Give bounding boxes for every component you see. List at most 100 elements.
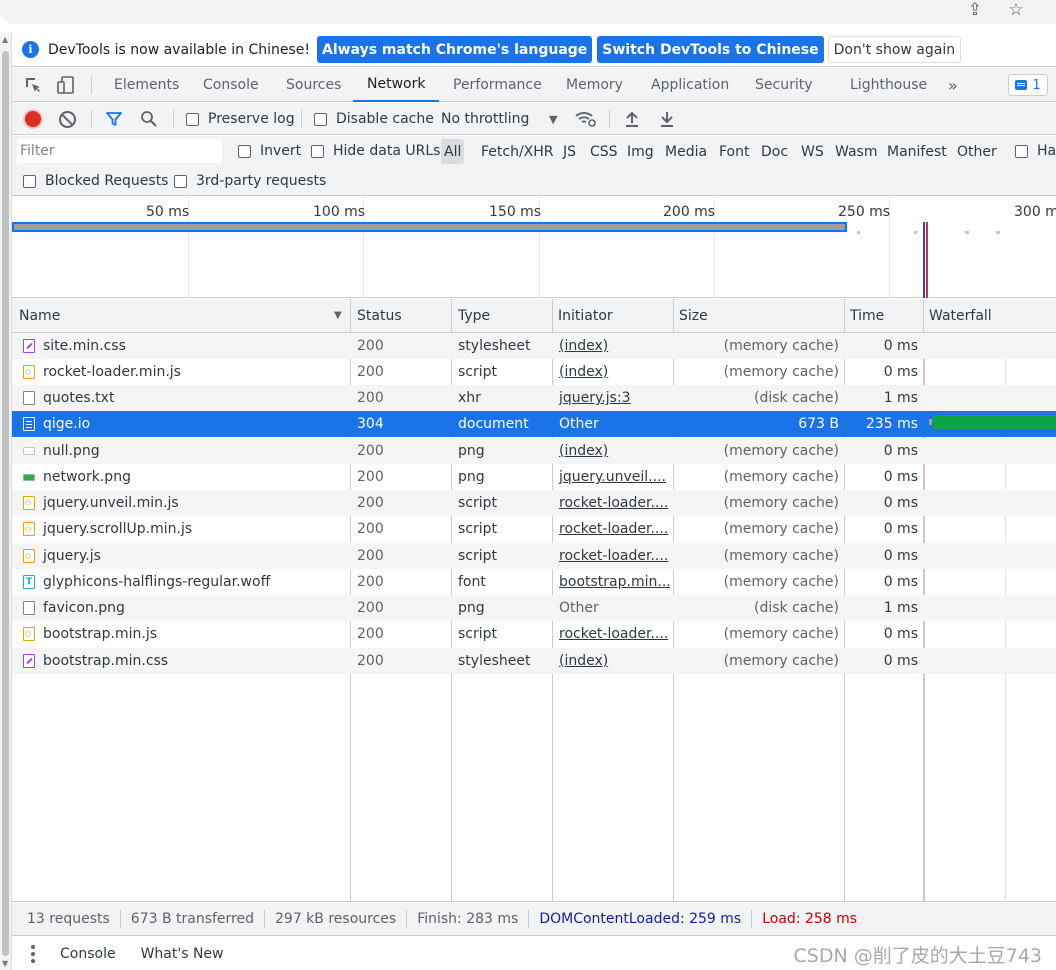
switch-to-chinese-button[interactable]: Switch DevTools to Chinese: [597, 36, 824, 63]
filter-type-js[interactable]: JS: [561, 139, 578, 164]
filter-type-doc[interactable]: Doc: [759, 139, 790, 164]
table-row[interactable]: qige.io 304 document Other 673 B 235 ms: [12, 411, 1056, 437]
request-name-cell[interactable]: bootstrap.min.js: [23, 621, 353, 647]
column-header-size[interactable]: Size: [673, 299, 708, 333]
filter-type-other[interactable]: Other: [955, 139, 999, 164]
table-row[interactable]: site.min.css 200 stylesheet (index) (memory …: [12, 333, 1056, 359]
request-name-cell[interactable]: network.png: [23, 464, 353, 490]
column-header-waterfall[interactable]: Waterfall: [923, 299, 992, 333]
filter-type-manifest[interactable]: Manifest: [885, 139, 949, 164]
tab-elements[interactable]: Elements: [114, 68, 179, 102]
request-name-cell[interactable]: jquery.scrollUp.min.js: [23, 516, 353, 542]
request-initiator-link[interactable]: rocket-loader....: [558, 621, 670, 647]
column-header-time[interactable]: Time: [844, 299, 884, 333]
request-name-cell[interactable]: glyphicons-halflings-regular.woff: [23, 569, 353, 595]
hide-data-urls-checkbox[interactable]: Hide data URLs: [311, 136, 440, 166]
filter-type-all[interactable]: All: [441, 139, 465, 164]
table-row[interactable]: jquery.js 200 script rocket-loader.... (memo…: [12, 543, 1056, 569]
request-initiator-link[interactable]: (index): [558, 359, 670, 385]
tab-network[interactable]: Network: [353, 68, 440, 102]
request-name-cell[interactable]: null.png: [23, 438, 353, 464]
waterfall-timing-bar[interactable]: [933, 415, 1056, 429]
request-initiator-link[interactable]: jquery.unveil....: [558, 464, 670, 490]
tab-memory[interactable]: Memory: [566, 68, 623, 102]
checkbox-box[interactable]: [314, 112, 327, 126]
request-name-cell[interactable]: rocket-loader.min.js: [23, 359, 353, 385]
scroll-down-icon[interactable]: ▼: [2, 959, 8, 968]
checkbox-box[interactable]: [1015, 144, 1028, 158]
request-name-cell[interactable]: bootstrap.min.css: [23, 648, 353, 674]
request-initiator-link[interactable]: (index): [558, 648, 670, 674]
blocked-requests-checkbox[interactable]: Blocked Requests: [23, 166, 168, 196]
filter-type-wasm[interactable]: Wasm: [833, 139, 879, 164]
request-initiator-link[interactable]: bootstrap.min....: [558, 569, 670, 595]
import-har-icon[interactable]: [621, 108, 643, 130]
more-tabs-icon[interactable]: »: [948, 68, 958, 102]
table-row[interactable]: jquery.unveil.min.js 200 script rocket-load…: [12, 490, 1056, 516]
column-header-type[interactable]: Type: [452, 299, 490, 333]
network-conditions-icon[interactable]: [575, 108, 597, 130]
scroll-up-icon[interactable]: ▲: [2, 35, 8, 44]
checkbox-box[interactable]: [186, 112, 199, 126]
tab-application[interactable]: Application: [651, 68, 729, 102]
column-header-initiator[interactable]: Initiator: [552, 299, 613, 333]
table-row[interactable]: network.png 200 png jquery.unveil.... (memor…: [12, 464, 1056, 490]
filter-input[interactable]: Filter: [17, 139, 222, 163]
record-icon[interactable]: [25, 111, 41, 127]
invert-checkbox[interactable]: Invert: [238, 136, 301, 166]
drawer-menu-icon[interactable]: [31, 944, 35, 963]
page-scrollbar[interactable]: ▲ ▼: [0, 33, 12, 970]
has-blocked-cookies-checkbox[interactable]: Ha: [1015, 136, 1056, 166]
third-party-requests-checkbox[interactable]: 3rd-party requests: [174, 166, 326, 196]
scrollbar-thumb[interactable]: [2, 51, 9, 956]
tab-security[interactable]: Security: [755, 68, 813, 102]
request-name-cell[interactable]: favicon.png: [23, 595, 353, 621]
disable-cache-checkbox[interactable]: Disable cache: [314, 103, 434, 135]
request-name-cell[interactable]: site.min.css: [23, 333, 353, 359]
table-row[interactable]: rocket-loader.min.js 200 script (index) (mem…: [12, 359, 1056, 385]
table-row[interactable]: quotes.txt 200 xhr jquery.js:3 (disk cache) 1…: [12, 385, 1056, 411]
tab-console[interactable]: Console: [203, 68, 259, 102]
table-row[interactable]: favicon.png 200 png Other (disk cache) 1 ms: [12, 595, 1056, 621]
request-name-cell[interactable]: qige.io: [23, 411, 353, 437]
filter-funnel-icon[interactable]: [103, 108, 125, 130]
clear-icon[interactable]: [59, 111, 76, 128]
table-row[interactable]: glyphicons-halflings-regular.woff 200 font…: [12, 569, 1056, 595]
tab-lighthouse[interactable]: Lighthouse: [850, 68, 927, 102]
request-initiator-link[interactable]: rocket-loader....: [558, 516, 670, 542]
table-row[interactable]: null.png 200 png (index) (memory cache) 0 ms: [12, 438, 1056, 464]
always-match-language-button[interactable]: Always match Chrome's language: [317, 36, 593, 63]
checkbox-box[interactable]: [174, 174, 187, 188]
search-icon[interactable]: [138, 108, 160, 130]
dont-show-again-button[interactable]: Don't show again: [827, 36, 962, 63]
table-row[interactable]: bootstrap.min.css 200 stylesheet (index) (me…: [12, 648, 1056, 674]
checkbox-box[interactable]: [238, 144, 251, 158]
throttling-select[interactable]: No throttling: [441, 103, 529, 135]
request-initiator-link[interactable]: jquery.js:3: [558, 385, 670, 411]
drawer-tab-console[interactable]: Console: [60, 946, 116, 962]
tab-performance[interactable]: Performance: [453, 68, 542, 102]
filter-type-img[interactable]: Img: [625, 139, 656, 164]
column-header-name[interactable]: Name: [13, 299, 60, 333]
tab-sources[interactable]: Sources: [286, 68, 341, 102]
chevron-down-icon[interactable]: ▼: [549, 103, 557, 135]
share-icon[interactable]: ⇪: [965, 0, 985, 20]
filter-type-ws[interactable]: WS: [799, 139, 826, 164]
checkbox-box[interactable]: [23, 174, 36, 188]
request-name-cell[interactable]: jquery.unveil.min.js: [23, 490, 353, 516]
request-initiator-link[interactable]: (index): [558, 333, 670, 359]
filter-type-media[interactable]: Media: [663, 139, 709, 164]
request-initiator-link[interactable]: rocket-loader....: [558, 543, 670, 569]
inspect-element-icon[interactable]: [23, 75, 43, 95]
request-name-cell[interactable]: quotes.txt: [23, 385, 353, 411]
filter-type-fetch-xhr[interactable]: Fetch/XHR: [479, 139, 556, 164]
column-header-status[interactable]: Status: [351, 299, 402, 333]
export-har-icon[interactable]: [656, 108, 678, 130]
device-toolbar-icon[interactable]: [56, 75, 76, 95]
timeline-overview[interactable]: 50 ms 100 ms 150 ms 200 ms 250 ms 300 m: [12, 197, 1056, 298]
issues-counter-button[interactable]: 1: [1008, 74, 1048, 96]
request-name-cell[interactable]: jquery.js: [23, 543, 353, 569]
filter-type-css[interactable]: CSS: [588, 139, 620, 164]
request-initiator-link[interactable]: (index): [558, 438, 670, 464]
request-initiator-link[interactable]: rocket-loader....: [558, 490, 670, 516]
